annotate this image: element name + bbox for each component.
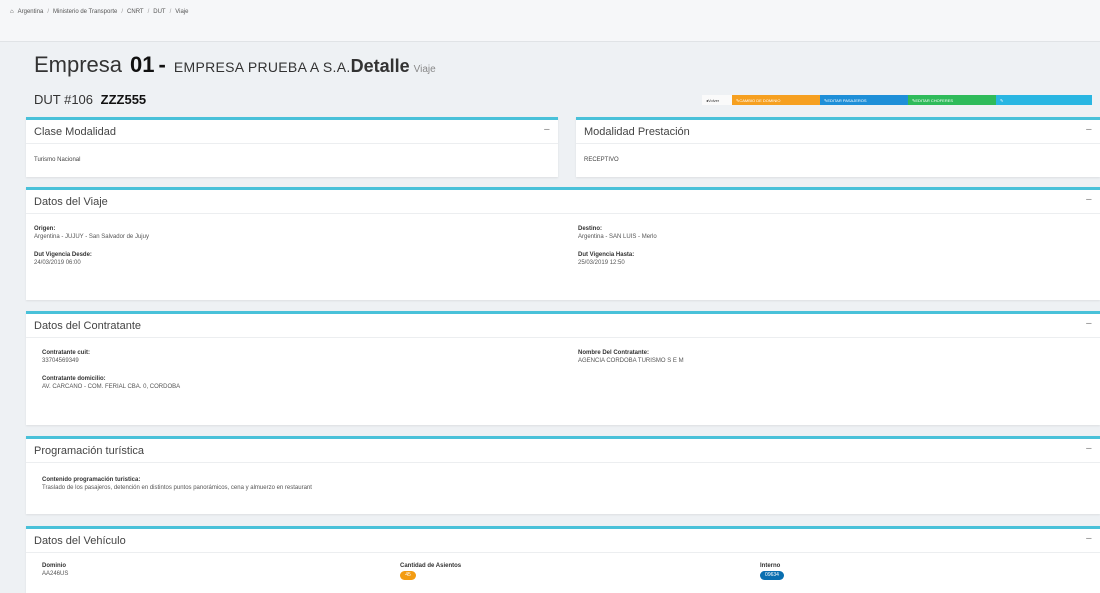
editar-choferes-button[interactable]: ✎ EDITAR CHOFERES	[908, 95, 996, 105]
company-number: 01	[130, 52, 155, 77]
dut-label: DUT #106	[34, 92, 94, 107]
card-title: Programación turística	[34, 445, 145, 457]
card-title: Datos del Contratante	[34, 320, 142, 332]
edit-icon: ✎	[1000, 97, 1004, 103]
vigencia-hasta-label: Dut Vigencia Hasta:	[578, 252, 635, 258]
modalidad-prestacion-card: Modalidad Prestación − RECEPTIVO	[576, 117, 1100, 177]
page-title: Empresa 01 - EMPRESA PRUEBA A S.A. Detal…	[34, 52, 436, 78]
top-bar: ⌂ Argentina / Ministerio de Transporte /…	[0, 0, 1100, 42]
collapse-icon[interactable]: −	[1086, 318, 1092, 330]
title-dash: -	[158, 52, 166, 77]
card-title: Modalidad Prestación	[584, 126, 690, 138]
contratante-nombre-label: Nombre Del Contratante:	[578, 350, 650, 356]
contenido-programacion-label: Contenido programación turistica:	[42, 477, 141, 483]
contratante-cuit-value: 33704569349	[42, 358, 79, 364]
dominio-label: Dominio	[42, 563, 66, 569]
action-toolbar: ◂ Volver ✎ CAMBIO DE DOMINIO ✎ EDITAR PA…	[702, 95, 1092, 105]
card-title: Datos del Vehículo	[34, 535, 126, 547]
page-title-label: Empresa	[34, 52, 123, 77]
vigencia-desde-label: Dut Vigencia Desde:	[34, 252, 92, 258]
contratante-domicilio-value: AV. CARCANO - COM. FERIAL CBA. 0, CORDOB…	[42, 384, 181, 390]
contenido-programacion-value: Traslado de los pasajeros, detención en …	[42, 485, 312, 491]
editar-choferes-label: EDITAR CHOFERES	[915, 97, 954, 103]
card-title: Datos del Viaje	[34, 196, 108, 208]
dut-heading: DUT #106 ZZZ555	[34, 92, 146, 107]
contratante-domicilio-label: Contratante domicilio:	[42, 376, 106, 382]
dut-plate: ZZZ555	[100, 92, 147, 107]
datos-contratante-card: Datos del Contratante − Contratante cuit…	[26, 311, 1100, 425]
origen-label: Origen:	[34, 226, 56, 232]
breadcrumb-separator: /	[47, 9, 49, 15]
breadcrumb-item-viaje: Viaje	[175, 9, 189, 15]
breadcrumb-item-ministerio[interactable]: Ministerio de Transporte	[53, 9, 117, 15]
dominio-value: AA246US	[42, 571, 69, 577]
asientos-label: Cantidad de Asientos	[400, 563, 462, 569]
destino-label: Destino:	[578, 226, 602, 232]
breadcrumb-item-cnrt[interactable]: CNRT	[127, 9, 144, 15]
datos-vehiculo-card: Datos del Vehículo − Dominio AA246US Can…	[26, 526, 1100, 593]
vigencia-desde-value: 24/03/2019 06:00	[34, 260, 81, 266]
collapse-icon[interactable]: −	[1086, 124, 1092, 136]
collapse-icon[interactable]: −	[1086, 194, 1092, 206]
breadcrumb-item-dut[interactable]: DUT	[153, 9, 165, 15]
breadcrumb-separator: /	[147, 9, 150, 15]
page-detail-title: Detalle	[350, 56, 410, 76]
cambio-dominio-label: CAMBIO DE DOMINIO	[739, 97, 781, 103]
destino-value: Argentina - SAN LUIS - Merlo	[578, 234, 657, 240]
home-icon[interactable]: ⌂	[10, 9, 14, 15]
contratante-cuit-label: Contratante cuit:	[42, 350, 90, 356]
interno-label: Interno	[760, 563, 781, 569]
origen-value: Argentina - JUJUY - San Salvador de Juju…	[34, 234, 149, 240]
page-subtitle: Viaje	[413, 64, 436, 75]
programacion-turistica-card: Programación turística − Contenido progr…	[26, 436, 1100, 514]
extra-action-button[interactable]: ✎	[996, 95, 1092, 105]
breadcrumb-separator: /	[169, 9, 172, 15]
collapse-icon[interactable]: −	[1086, 443, 1092, 455]
interno-badge: 09634	[760, 571, 784, 580]
clase-modalidad-value: Turismo Nacional	[34, 157, 81, 163]
collapse-icon[interactable]: −	[544, 124, 550, 136]
company-name: EMPRESA PRUEBA A S.A.	[173, 59, 351, 75]
collapse-icon[interactable]: −	[1086, 533, 1092, 545]
volver-button[interactable]: ◂ Volver	[702, 95, 732, 105]
editar-pasajeros-button[interactable]: ✎ EDITAR PASAJEROS	[820, 95, 908, 105]
breadcrumb-item-argentina[interactable]: Argentina	[18, 9, 44, 15]
vigencia-hasta-value: 25/03/2019 12:50	[578, 260, 625, 266]
modalidad-prestacion-value: RECEPTIVO	[584, 157, 619, 163]
breadcrumb: ⌂ Argentina / Ministerio de Transporte /…	[10, 9, 189, 15]
contratante-nombre-value: AGENCIA CORDOBA TURISMO S E M	[578, 358, 684, 364]
breadcrumb-separator: /	[121, 9, 124, 15]
cambio-dominio-button[interactable]: ✎ CAMBIO DE DOMINIO	[732, 95, 820, 105]
editar-pasajeros-label: EDITAR PASAJEROS	[827, 97, 867, 103]
datos-viaje-card: Datos del Viaje − Origen: Argentina - JU…	[26, 187, 1100, 300]
card-title: Clase Modalidad	[34, 126, 116, 138]
clase-modalidad-card: Clase Modalidad − Turismo Nacional	[26, 117, 558, 177]
asientos-badge: 45	[400, 571, 416, 580]
volver-label: Volver	[708, 97, 720, 103]
